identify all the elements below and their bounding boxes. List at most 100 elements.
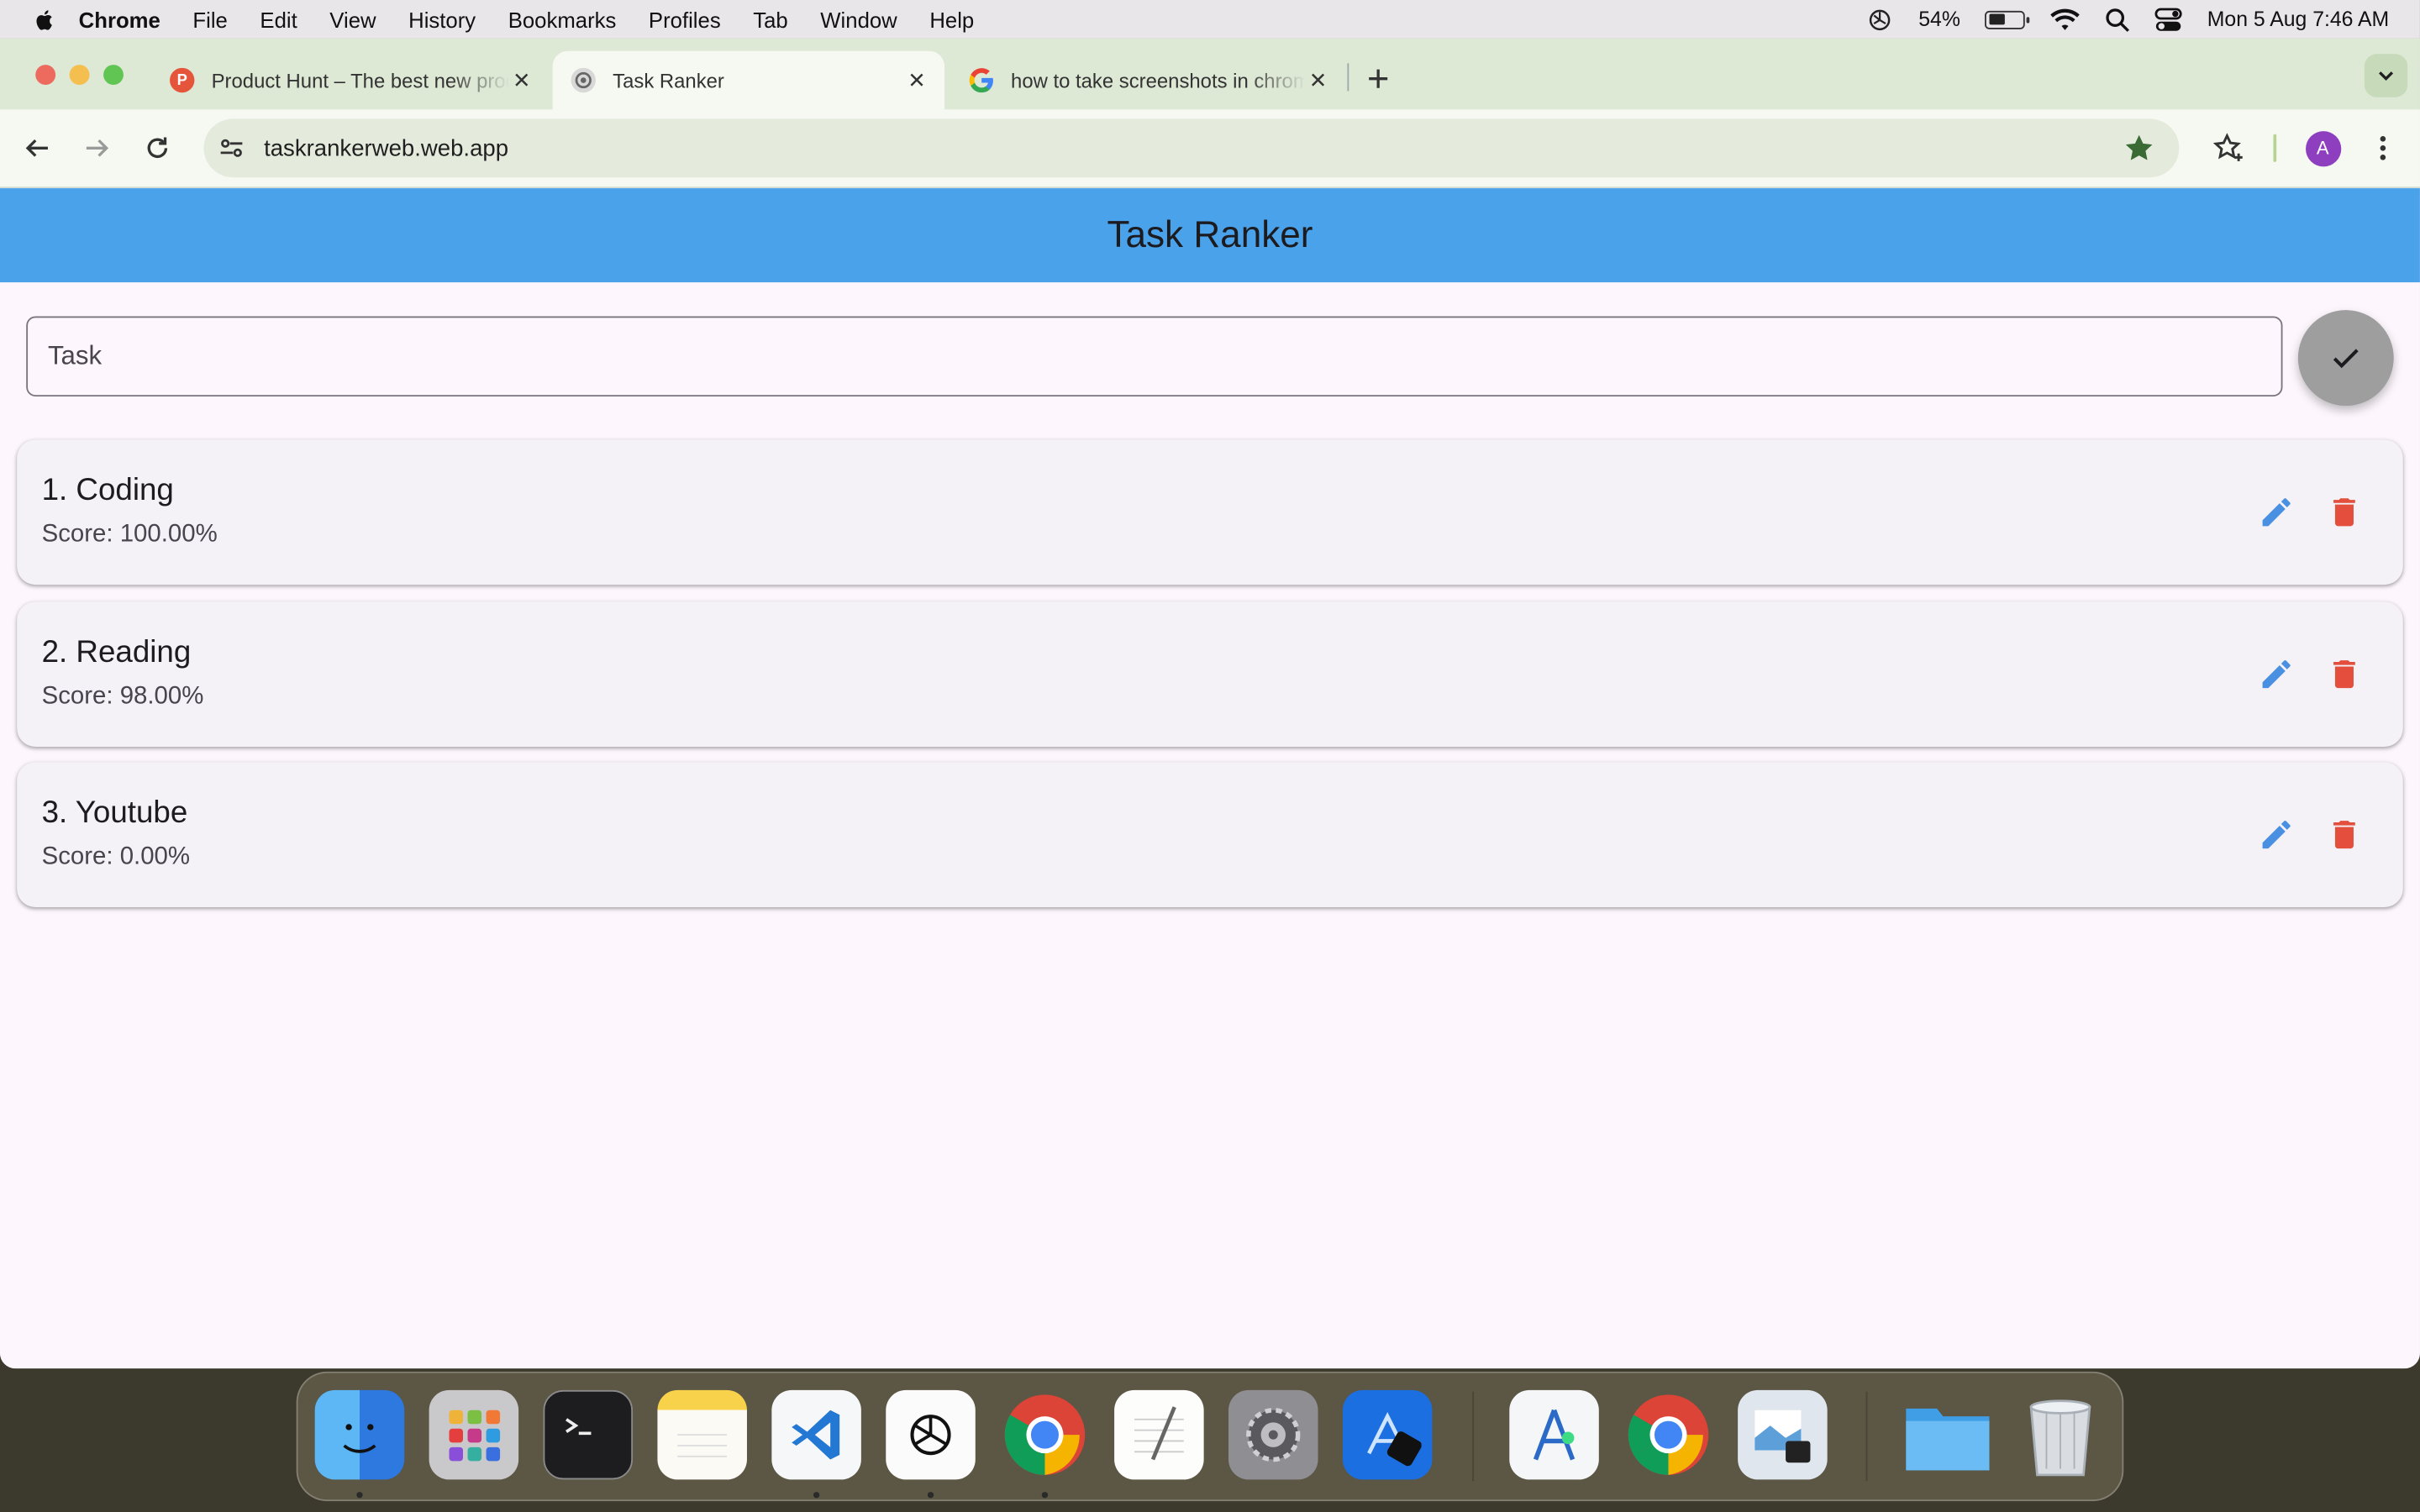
reload-icon xyxy=(147,137,168,159)
textedit-icon[interactable] xyxy=(1114,1389,1204,1480)
xcode-icon[interactable] xyxy=(1342,1389,1433,1480)
menu-history[interactable]: History xyxy=(408,7,476,31)
dock-separator xyxy=(1472,1391,1475,1482)
google-favicon-icon xyxy=(969,68,993,93)
menu-view[interactable]: View xyxy=(329,7,376,31)
tab-title: Task Ranker xyxy=(613,68,724,92)
preview-icon[interactable] xyxy=(1738,1389,1828,1480)
terminal-icon[interactable] xyxy=(543,1389,634,1480)
web-page: Task Ranker 1. Coding Score: 100.00% 2. … xyxy=(0,188,2420,1369)
check-icon xyxy=(2333,349,2359,369)
menu-window[interactable]: Window xyxy=(820,7,897,31)
folder-icon[interactable] xyxy=(1903,1390,1993,1480)
forward-arrow-icon xyxy=(86,139,109,157)
running-indicator xyxy=(356,1492,363,1499)
close-tab-icon[interactable]: ✕ xyxy=(509,67,534,92)
site-info-button[interactable] xyxy=(216,133,247,164)
menu-app-name[interactable]: Chrome xyxy=(79,7,160,31)
avatar: A xyxy=(2305,130,2341,166)
menu-bar: Chrome File Edit View History Bookmarks … xyxy=(0,0,2420,39)
menu-file[interactable]: File xyxy=(192,7,227,31)
tab-title: how to take screenshots in chrome xyxy=(1011,68,1306,92)
star-list-icon xyxy=(2212,133,2243,161)
launchpad-icon[interactable] xyxy=(429,1389,519,1480)
clock[interactable]: Mon 5 Aug 7:46 AM xyxy=(2207,8,2389,31)
search-icon[interactable] xyxy=(2106,7,2130,31)
browser-toolbar: taskrankerweb.web.app A xyxy=(0,109,2420,189)
running-indicator xyxy=(927,1492,934,1499)
zoom-window-button[interactable] xyxy=(103,65,124,86)
plus-icon xyxy=(1369,69,1388,88)
notes-icon[interactable] xyxy=(657,1389,747,1480)
minimize-window-button[interactable] xyxy=(69,65,90,86)
address-bar[interactable]: taskrankerweb.web.app xyxy=(203,118,2180,178)
bookmarks-button[interactable] xyxy=(2210,129,2247,166)
task-card: 3. Youtube Score: 0.00% xyxy=(17,762,2403,907)
forward-button[interactable] xyxy=(79,129,116,166)
close-tab-icon[interactable]: ✕ xyxy=(904,67,929,92)
trash-icon[interactable] xyxy=(2016,1390,2106,1480)
menu-profiles[interactable]: Profiles xyxy=(649,7,721,31)
reload-button[interactable] xyxy=(139,129,176,166)
close-window-button[interactable] xyxy=(35,65,56,86)
system-settings-icon[interactable] xyxy=(1228,1389,1318,1480)
chrome-icon[interactable] xyxy=(1000,1390,1090,1480)
toolbar-separator xyxy=(2273,134,2277,162)
chrome-icon[interactable] xyxy=(1623,1390,1713,1480)
battery-percent: 54% xyxy=(1918,8,1960,31)
wifi-icon[interactable] xyxy=(2049,7,2081,31)
edit-icon[interactable] xyxy=(2258,656,2295,693)
delete-icon[interactable] xyxy=(2326,494,2363,531)
task-score: Score: 0.00% xyxy=(41,843,191,870)
control-center-icon[interactable] xyxy=(2154,7,2182,31)
menu-bookmarks[interactable]: Bookmarks xyxy=(508,7,617,31)
chatgpt-icon[interactable] xyxy=(886,1389,976,1480)
tune-icon xyxy=(220,139,243,157)
add-task-button[interactable] xyxy=(2297,310,2394,407)
tab-strip: P Product Hunt – The best new products i… xyxy=(0,38,2420,110)
task-name: 1. Coding xyxy=(41,473,174,508)
page-title: Task Ranker xyxy=(1107,213,1313,255)
tab-separator xyxy=(1347,63,1349,92)
task-ranker-favicon-icon xyxy=(571,67,596,93)
vscode-icon[interactable] xyxy=(771,1389,861,1480)
back-button[interactable] xyxy=(18,129,55,166)
back-arrow-icon xyxy=(25,139,48,157)
menu-help[interactable]: Help xyxy=(929,7,974,31)
running-indicator xyxy=(1041,1492,1049,1499)
task-card: 1. Coding Score: 100.00% xyxy=(17,439,2403,585)
apple-menu-icon[interactable] xyxy=(33,7,57,31)
tab-google-search[interactable]: how to take screenshots in chrome ✕ xyxy=(950,51,1345,110)
task-score: Score: 100.00% xyxy=(41,521,218,549)
task-card: 2. Reading Score: 98.00% xyxy=(17,601,2403,747)
menu-edit[interactable]: Edit xyxy=(260,7,297,31)
delete-icon[interactable] xyxy=(2326,816,2363,853)
product-hunt-favicon-icon: P xyxy=(170,67,195,93)
chevron-down-icon xyxy=(2379,71,2394,81)
profile-button[interactable]: A xyxy=(2304,129,2341,166)
window-controls xyxy=(35,65,124,86)
browser-window: P Product Hunt – The best new products i… xyxy=(0,38,2420,1369)
tab-search-button[interactable] xyxy=(2364,54,2408,97)
finder-icon[interactable] xyxy=(314,1389,405,1480)
url-text[interactable]: taskrankerweb.web.app xyxy=(264,135,508,161)
tab-task-ranker[interactable]: Task Ranker ✕ xyxy=(552,50,945,110)
edit-icon[interactable] xyxy=(2258,494,2295,531)
bookmark-star-icon[interactable] xyxy=(2123,133,2154,164)
battery-icon[interactable] xyxy=(1985,9,2030,29)
delete-icon[interactable] xyxy=(2326,656,2363,693)
tab-product-hunt[interactable]: P Product Hunt – The best new products i… xyxy=(151,51,550,110)
chatgpt-status-icon[interactable] xyxy=(1866,5,1894,33)
tab-title: Product Hunt – The best new products in … xyxy=(211,68,509,92)
new-tab-button[interactable] xyxy=(1361,61,1395,95)
android-studio-icon[interactable] xyxy=(1509,1389,1599,1480)
task-name: 3. Youtube xyxy=(41,795,188,831)
edit-icon[interactable] xyxy=(2258,816,2295,853)
task-score: Score: 98.00% xyxy=(41,683,204,710)
task-name: 2. Reading xyxy=(41,635,192,670)
close-tab-icon[interactable]: ✕ xyxy=(1306,67,1330,92)
chrome-menu-button[interactable] xyxy=(2365,129,2402,166)
app-bar: Task Ranker xyxy=(0,188,2420,283)
task-input[interactable] xyxy=(26,316,2283,397)
menu-tab[interactable]: Tab xyxy=(753,7,787,31)
